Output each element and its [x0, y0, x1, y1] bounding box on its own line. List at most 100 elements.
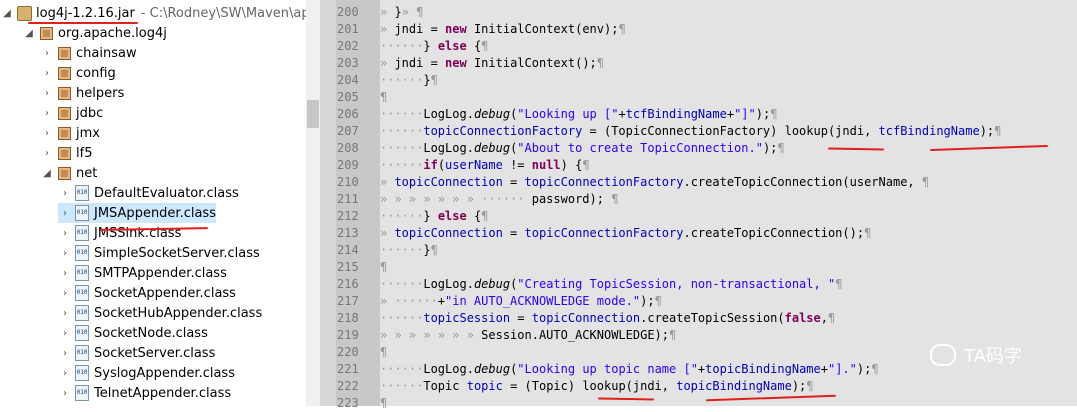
code-line[interactable]: » }» ¶ — [380, 4, 423, 21]
tree-item-package-jdbc[interactable]: › jdbc — [40, 103, 103, 123]
tree-item-class[interactable]: › 010 SocketHubAppender.class — [58, 303, 262, 323]
tree-item-package-config[interactable]: › config — [40, 63, 116, 83]
code-line[interactable]: ¶ — [380, 395, 387, 412]
package-label: helpers — [76, 85, 125, 101]
code-line[interactable]: » jndi = new InitialContext();¶ — [380, 55, 604, 72]
code-line[interactable]: ······LogLog.debug("Looking up ["+tcfBin… — [380, 106, 777, 123]
code-token: topicConnectionFactory — [524, 175, 684, 189]
tree-scrollbar[interactable] — [306, 0, 320, 406]
code-token: ); — [640, 294, 655, 308]
chevron-right-icon[interactable]: › — [40, 88, 54, 99]
code-line[interactable]: » topicConnection = topicConnectionFacto… — [380, 225, 871, 242]
watermark: TA码字 — [930, 342, 1022, 368]
chevron-down-icon[interactable]: ◢ — [22, 28, 36, 39]
chevron-right-icon[interactable]: › — [58, 388, 72, 399]
code-line[interactable]: ······topicSession = topicConnection.cre… — [380, 310, 835, 327]
code-token: "Creating TopicSession, non-transactiona… — [517, 277, 836, 291]
tree-item-package-jmx[interactable]: › jmx — [40, 123, 100, 143]
line-number: 222 — [337, 379, 359, 393]
code-line[interactable]: ¶ — [380, 89, 387, 106]
code-token: if — [423, 158, 438, 172]
chevron-right-icon[interactable]: › — [58, 268, 72, 279]
class-file-icon: 010 — [74, 365, 90, 381]
code-line[interactable]: ¶ — [380, 344, 387, 361]
code-token: ¶ — [603, 192, 619, 206]
code-line[interactable]: » » » » » » » ······ password); ¶ — [380, 191, 618, 208]
tree-item-root-package[interactable]: ◢ org.apache.log4j — [22, 23, 167, 43]
package-explorer: ◢ log4j-1.2.16.jar - C:\Rodney\SW\Maven\… — [0, 0, 306, 406]
chevron-right-icon[interactable]: › — [58, 328, 72, 339]
code-token: ¶ — [835, 277, 843, 291]
code-line[interactable]: » jndi = new InitialContext(env);¶ — [380, 21, 626, 38]
tree-item-class[interactable]: › 010 DefaultEvaluator.class — [58, 183, 239, 203]
code-token: = (Topic) lookup(jndi, — [502, 379, 677, 393]
code-token: ¶ — [654, 294, 662, 308]
chevron-right-icon[interactable]: › — [40, 128, 54, 139]
code-line[interactable]: » » » » » » » Session.AUTO_ACKNOWLEDGE);… — [380, 327, 676, 344]
line-number: 223 — [337, 396, 359, 410]
code-line[interactable]: » ······+"in AUTO_ACKNOWLEDGE mode.");¶ — [380, 293, 662, 310]
code-line[interactable]: ······Topic topic = (Topic) lookup(jndi,… — [380, 378, 814, 395]
chevron-right-icon[interactable]: › — [40, 108, 54, 119]
code-line[interactable]: ······LogLog.debug("Creating TopicSessio… — [380, 276, 842, 293]
code-token: » » » » » » » ······ — [380, 192, 525, 206]
code-token: = (TopicConnectionFactory) lookup(jndi, — [582, 124, 879, 138]
code-line[interactable]: ······} else {¶ — [380, 38, 488, 55]
code-token: ¶ — [380, 90, 388, 104]
code-token: ¶ — [430, 73, 438, 87]
tree-item-package-chainsaw[interactable]: › chainsaw — [40, 43, 137, 63]
tree-item-package-net[interactable]: ◢ net — [40, 163, 97, 183]
chevron-right-icon[interactable]: › — [40, 48, 54, 59]
package-label: chainsaw — [76, 45, 137, 61]
package-icon — [56, 165, 72, 181]
tree-item-class[interactable]: › 010 JMSSink.class — [58, 223, 181, 243]
chevron-right-icon[interactable]: › — [40, 68, 54, 79]
tree-item-class[interactable]: › 010 SimpleSocketServer.class — [58, 243, 260, 263]
code-line[interactable]: ······}¶ — [380, 72, 438, 89]
tree-item-package-helpers[interactable]: › helpers — [40, 83, 124, 103]
code-line[interactable]: ······}¶ — [380, 242, 438, 259]
code-token: "Looking up [" — [517, 107, 619, 121]
tree-item-class[interactable]: › 010 JMSAppender.class — [58, 203, 216, 223]
code-line[interactable]: ······LogLog.debug("About to create Topi… — [380, 140, 785, 157]
chevron-right-icon[interactable]: › — [58, 368, 72, 379]
code-line[interactable]: ······if(userName != null) {¶ — [380, 157, 590, 174]
code-token: » — [380, 56, 395, 70]
chevron-right-icon[interactable]: › — [58, 348, 72, 359]
code-line[interactable]: » topicConnection = topicConnectionFacto… — [380, 174, 929, 191]
chevron-right-icon[interactable]: › — [58, 208, 72, 219]
package-icon — [56, 105, 72, 121]
code-line[interactable]: ······topicConnectionFactory = (TopicCon… — [380, 123, 1001, 140]
chevron-right-icon[interactable]: › — [58, 288, 72, 299]
chevron-down-icon[interactable]: ◢ — [40, 168, 54, 179]
code-token: LogLog. — [423, 362, 474, 376]
code-token: ); — [755, 107, 771, 121]
tree-item-package-lf5[interactable]: › lf5 — [40, 143, 92, 163]
tree-item-class[interactable]: › 010 SocketAppender.class — [58, 283, 236, 303]
chevron-right-icon[interactable]: › — [58, 188, 72, 199]
tree-item-class[interactable]: › 010 SocketServer.class — [58, 343, 215, 363]
tree-item-class[interactable]: › 010 SMTPAppender.class — [58, 263, 227, 283]
class-label: SocketServer.class — [94, 345, 216, 361]
class-label: SimpleSocketServer.class — [94, 245, 260, 261]
watermark-text: TA码字 — [964, 346, 1022, 367]
code-token: .createTopicConnection(); — [683, 226, 865, 240]
line-number: 215 — [337, 260, 359, 274]
tree-item-class[interactable]: › 010 SocketNode.class — [58, 323, 208, 343]
code-line[interactable]: ······} else {¶ — [380, 208, 488, 225]
tree-item-class[interactable]: › 010 TelnetAppender.class — [58, 383, 231, 403]
tree-item-class[interactable]: › 010 SyslogAppender.class — [58, 363, 235, 383]
scroll-thumb[interactable] — [307, 100, 319, 128]
chevron-right-icon[interactable]: › — [58, 248, 72, 259]
code-line[interactable]: ······LogLog.debug("Looking up topic nam… — [380, 361, 879, 378]
chevron-right-icon[interactable]: › — [58, 308, 72, 319]
chevron-right-icon[interactable]: › — [58, 228, 72, 239]
tree-item-jar[interactable]: ◢ log4j-1.2.16.jar - C:\Rodney\SW\Maven\… — [0, 3, 306, 23]
line-number: 218 — [337, 311, 359, 325]
chevron-down-icon[interactable]: ◢ — [0, 8, 14, 19]
jar-icon — [16, 5, 32, 21]
chevron-right-icon[interactable]: › — [40, 148, 54, 159]
code-token: password); — [524, 192, 604, 206]
class-file-icon: 010 — [74, 385, 90, 401]
code-line[interactable]: ¶ — [380, 259, 387, 276]
